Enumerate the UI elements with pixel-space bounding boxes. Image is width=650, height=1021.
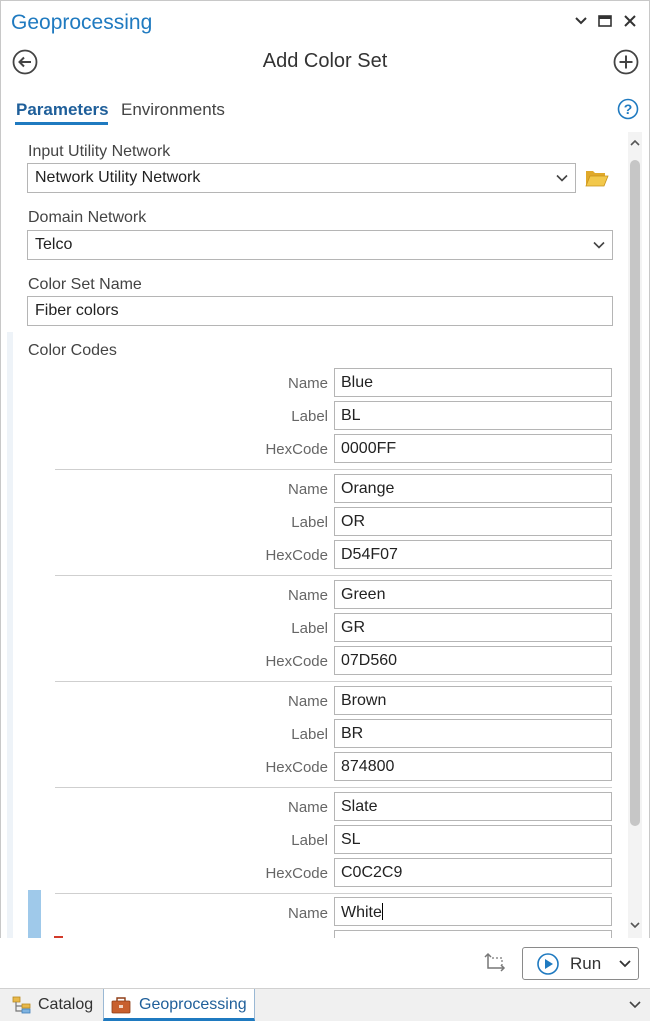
- toolbox-icon: [111, 997, 131, 1014]
- color-set-name-label: Color Set Name: [28, 276, 142, 293]
- label-field-label: Label: [291, 832, 328, 849]
- input-utility-network-dropdown[interactable]: Network Utility Network: [27, 163, 576, 193]
- name-field-label: Name: [287, 375, 328, 392]
- help-circle-icon: ?: [617, 98, 639, 120]
- svg-text:?: ?: [624, 101, 633, 117]
- name-field-label: Name: [287, 693, 328, 710]
- hexcode-field-label: HexCode: [265, 547, 328, 564]
- color-label-input[interactable]: BL: [334, 401, 612, 430]
- hexcode-field-label: HexCode: [265, 865, 328, 882]
- hexcode-field-label: HexCode: [265, 759, 328, 776]
- color-label-input[interactable]: BR: [334, 719, 612, 748]
- close-icon[interactable]: [619, 10, 641, 32]
- domain-network-label: Domain Network: [28, 209, 147, 226]
- maximize-icon[interactable]: [594, 10, 616, 32]
- domain-network-value: Telco: [35, 236, 73, 253]
- chevron-down-icon: [593, 241, 605, 249]
- hexcode-field-label: HexCode: [265, 653, 328, 670]
- add-button[interactable]: [613, 49, 639, 75]
- input-utility-network-label: Input Utility Network: [28, 143, 171, 160]
- pane-options-chevron-icon[interactable]: [570, 10, 592, 32]
- browse-folder-icon[interactable]: [585, 168, 609, 188]
- row-separator: [55, 681, 612, 682]
- color-name-input[interactable]: Slate: [334, 792, 612, 821]
- chevron-down-icon: [556, 174, 568, 182]
- tab-environments[interactable]: Environments: [121, 100, 225, 120]
- label-field-label: Label: [291, 620, 328, 637]
- run-label: Run: [570, 954, 602, 973]
- plus-circle-icon: [613, 49, 639, 75]
- help-button[interactable]: ?: [617, 98, 639, 120]
- row-separator: [55, 787, 612, 788]
- color-label-input[interactable]: GR: [334, 613, 612, 642]
- text-cursor: [381, 903, 383, 920]
- vertical-scrollbar[interactable]: [628, 132, 642, 938]
- name-field-label: Name: [287, 905, 328, 922]
- toggle-batch-icon[interactable]: [483, 952, 509, 976]
- parameters-panel: Input Utility Network Network Utility Ne…: [0, 132, 628, 938]
- label-field-label: Label: [291, 514, 328, 531]
- label-field-label: Label: [291, 408, 328, 425]
- name-field-label: Name: [287, 587, 328, 604]
- run-button[interactable]: Run: [522, 947, 639, 980]
- chevron-down-icon[interactable]: [618, 958, 632, 970]
- color-set-name-value: Fiber colors: [35, 302, 119, 319]
- row-separator: [55, 893, 612, 894]
- scrollbar-thumb[interactable]: [630, 160, 640, 826]
- color-codes-label: Color Codes: [28, 342, 117, 359]
- color-hexcode-input[interactable]: 0000FF: [334, 434, 612, 463]
- color-name-input[interactable]: Blue: [334, 368, 612, 397]
- name-field-label: Name: [287, 481, 328, 498]
- color-name-input[interactable]: Brown: [334, 686, 612, 715]
- color-hexcode-input[interactable]: C0C2C9: [334, 858, 612, 887]
- hexcode-field-label: HexCode: [265, 441, 328, 458]
- domain-network-dropdown[interactable]: Telco: [27, 230, 613, 260]
- scroll-up-icon[interactable]: [629, 138, 641, 148]
- catalog-icon: [12, 996, 31, 1014]
- tab-parameters[interactable]: Parameters: [16, 100, 109, 120]
- tab-parameters-underline: [15, 122, 108, 125]
- color-codes-group-stripe: [7, 332, 13, 938]
- input-utility-network-value: Network Utility Network: [35, 169, 201, 186]
- color-set-name-input[interactable]: Fiber colors: [27, 296, 613, 326]
- color-label-input[interactable]: [334, 930, 612, 938]
- active-row-indicator: [28, 890, 41, 938]
- scroll-down-icon[interactable]: [629, 920, 641, 930]
- pane-title: Geoprocessing: [11, 11, 153, 34]
- chevron-down-icon[interactable]: [628, 999, 642, 1011]
- color-name-input[interactable]: Green: [334, 580, 612, 609]
- color-name-input[interactable]: Orange: [334, 474, 612, 503]
- color-label-input[interactable]: OR: [334, 507, 612, 536]
- color-name-input-active[interactable]: White: [334, 897, 612, 926]
- color-hexcode-input[interactable]: 07D560: [334, 646, 612, 675]
- name-field-label: Name: [287, 799, 328, 816]
- tab-geoprocessing-label: Geoprocessing: [139, 996, 247, 1013]
- color-label-input[interactable]: SL: [334, 825, 612, 854]
- color-name-active-value: White: [341, 904, 382, 921]
- color-hexcode-input[interactable]: D54F07: [334, 540, 612, 569]
- tab-geoprocessing[interactable]: Geoprocessing: [103, 989, 255, 1021]
- tool-footer: Run: [0, 938, 650, 988]
- color-hexcode-input[interactable]: 874800: [334, 752, 612, 781]
- play-icon: [537, 953, 559, 975]
- row-separator: [55, 469, 612, 470]
- tool-title: Add Color Set: [262, 50, 388, 72]
- bottom-tab-bar: Catalog Geoprocessing: [0, 988, 650, 1021]
- title-bar: Geoprocessing: [0, 0, 650, 44]
- row-separator: [55, 575, 612, 576]
- label-field-label: Label: [291, 726, 328, 743]
- tab-catalog-label: Catalog: [38, 996, 94, 1013]
- tab-catalog[interactable]: Catalog: [4, 989, 102, 1021]
